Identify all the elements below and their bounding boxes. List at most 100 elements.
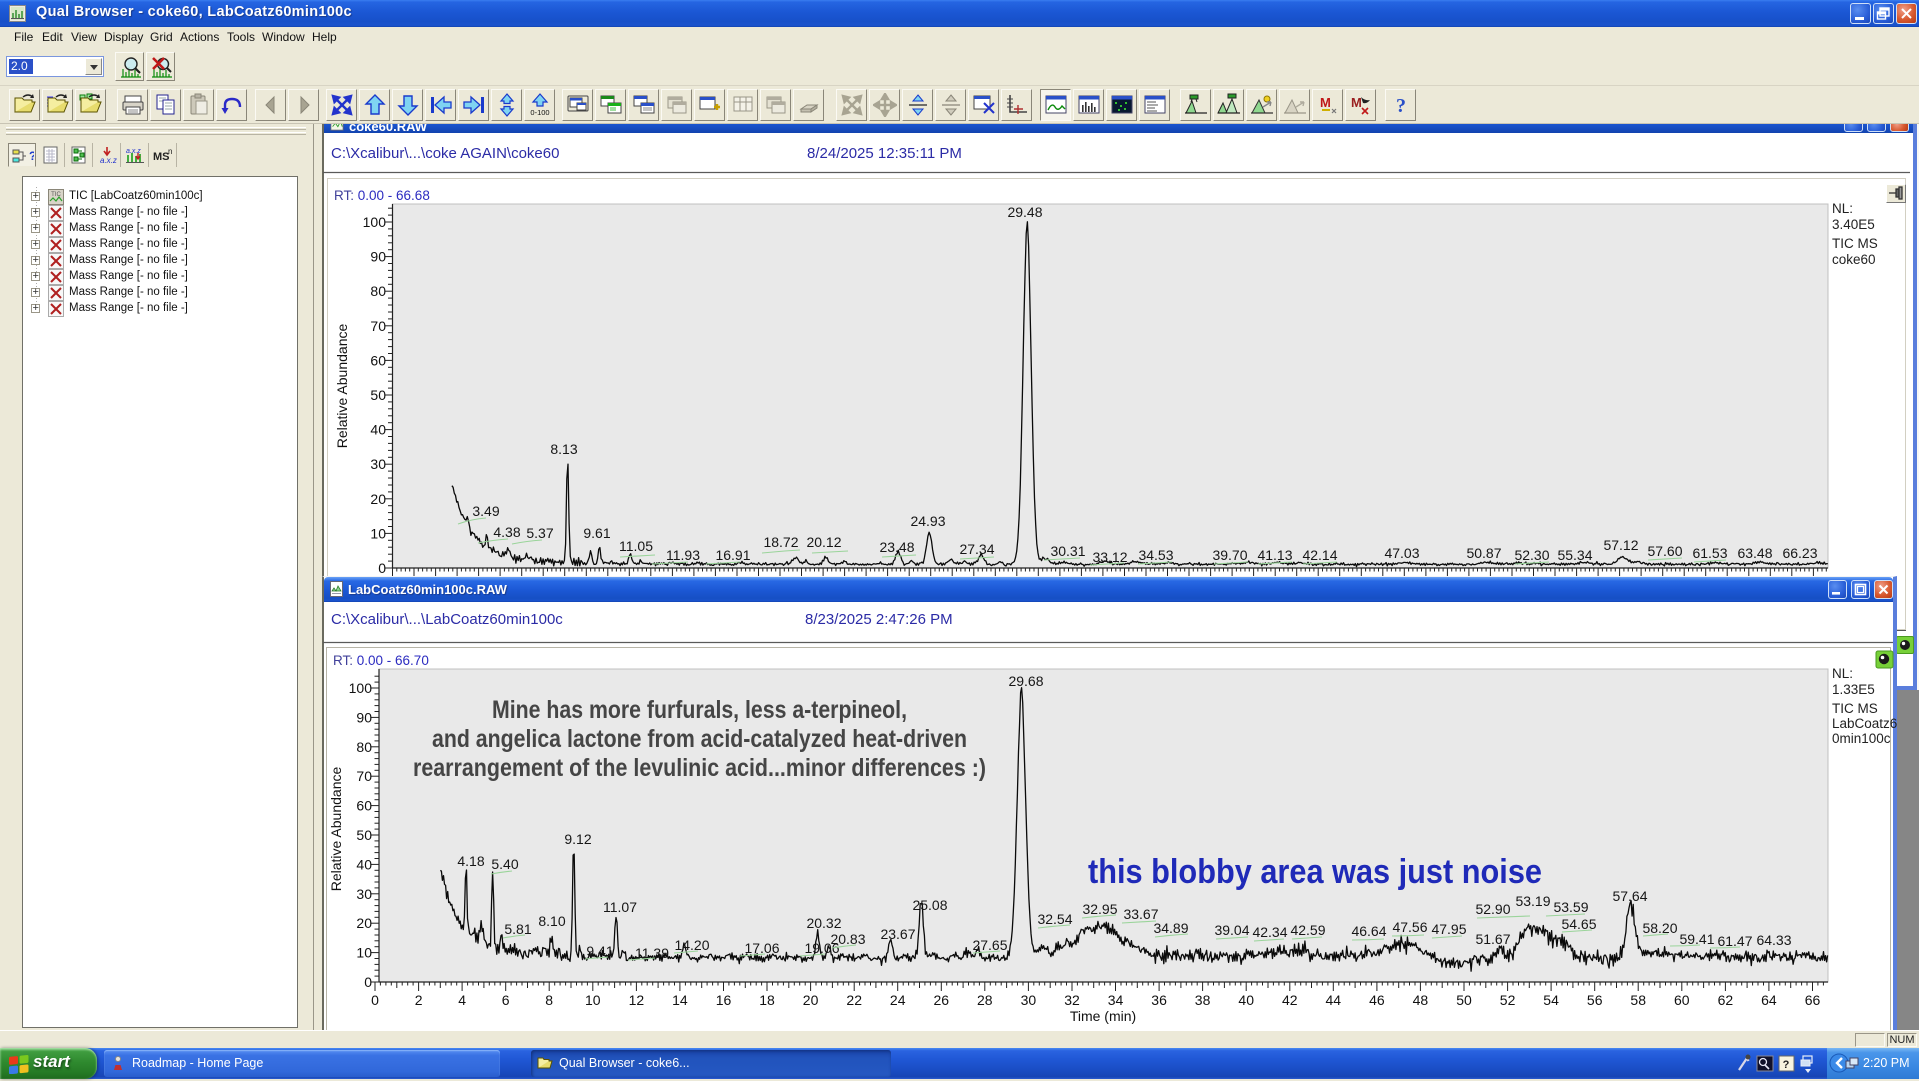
svg-text:60: 60 <box>1674 992 1690 1008</box>
svg-text:36: 36 <box>1151 992 1167 1008</box>
svg-text:C:\Xcalibur\...\coke AGAIN\cok: C:\Xcalibur\...\coke AGAIN\coke60 <box>331 145 559 162</box>
svg-text:64.33: 64.33 <box>1756 932 1791 948</box>
svg-text:40: 40 <box>370 422 386 438</box>
svg-text:32.95: 32.95 <box>1082 901 1117 917</box>
svg-text:44: 44 <box>1326 992 1342 1008</box>
svg-text:20.83: 20.83 <box>830 931 865 947</box>
svg-text:32: 32 <box>1064 992 1080 1008</box>
svg-text:47.03: 47.03 <box>1384 545 1419 561</box>
svg-text:48: 48 <box>1413 992 1429 1008</box>
svg-text:58: 58 <box>1630 992 1646 1008</box>
svg-text:51.67: 51.67 <box>1475 931 1510 947</box>
svg-text:n: n <box>168 147 172 156</box>
svg-text:11.05: 11.05 <box>619 538 653 554</box>
svg-text:0-100: 0-100 <box>530 108 549 117</box>
svg-text:32.54: 32.54 <box>1037 911 1072 927</box>
svg-text:61.53: 61.53 <box>1692 545 1727 561</box>
svg-text:42: 42 <box>1282 992 1298 1008</box>
svg-text:55.34: 55.34 <box>1557 547 1592 563</box>
svg-text:a.x.z: a.x.z <box>100 156 117 164</box>
svg-text:9.61: 9.61 <box>583 525 610 541</box>
svg-text:20: 20 <box>803 992 819 1008</box>
svg-text:8: 8 <box>545 992 553 1008</box>
svg-text:8.10: 8.10 <box>538 913 565 929</box>
svg-text:11.39: 11.39 <box>635 945 669 961</box>
svg-text:61.47: 61.47 <box>1717 933 1752 949</box>
svg-text:?: ? <box>1783 1059 1790 1071</box>
svg-text:24.93: 24.93 <box>910 513 945 529</box>
svg-text:59.41: 59.41 <box>1679 931 1714 947</box>
svg-text:90: 90 <box>370 249 386 265</box>
svg-text:0: 0 <box>371 992 379 1008</box>
svg-text:TIC MS: TIC MS <box>1832 701 1878 716</box>
svg-text:47.95: 47.95 <box>1431 921 1466 937</box>
svg-text:5.81: 5.81 <box>504 921 531 937</box>
svg-text:70: 70 <box>356 768 372 784</box>
svg-text:3.40E5: 3.40E5 <box>1832 217 1875 232</box>
svg-text:30: 30 <box>356 886 372 902</box>
svg-text:and angelica lactone from acid: and angelica lactone from acid-catalyzed… <box>432 725 967 753</box>
svg-text:M: M <box>1351 95 1362 110</box>
svg-text:9.12: 9.12 <box>564 831 591 847</box>
svg-text:60: 60 <box>356 798 372 814</box>
svg-text:?: ? <box>1396 95 1406 117</box>
svg-text:42.34: 42.34 <box>1252 924 1287 940</box>
svg-text:39.04: 39.04 <box>1214 922 1249 938</box>
svg-text:11.07: 11.07 <box>603 899 637 915</box>
svg-text:20: 20 <box>356 915 372 931</box>
svg-text:38: 38 <box>1195 992 1211 1008</box>
svg-text:RT: 0.00 - 66.68: RT: 0.00 - 66.68 <box>334 188 430 203</box>
svg-text:62: 62 <box>1718 992 1734 1008</box>
svg-text:4.18: 4.18 <box>457 853 484 869</box>
svg-text:52: 52 <box>1500 992 1516 1008</box>
svg-text:29.48: 29.48 <box>1007 204 1042 220</box>
svg-text:90: 90 <box>356 709 372 725</box>
svg-text:56: 56 <box>1587 992 1603 1008</box>
svg-text:0min100c: 0min100c <box>1832 731 1891 746</box>
svg-text:52.90: 52.90 <box>1475 901 1510 917</box>
svg-text:5.37: 5.37 <box>526 525 553 541</box>
svg-text:a.x.z: a.x.z <box>126 148 141 155</box>
svg-text:42.14: 42.14 <box>1302 547 1337 563</box>
svg-text:30: 30 <box>370 456 386 472</box>
svg-text:this blobby area was just nois: this blobby area was just noise <box>1088 853 1542 891</box>
svg-text:0: 0 <box>364 974 372 990</box>
svg-text:6: 6 <box>502 992 510 1008</box>
svg-text:34.89: 34.89 <box>1153 920 1188 936</box>
svg-text:30: 30 <box>1021 992 1037 1008</box>
svg-text:100: 100 <box>363 214 387 230</box>
svg-text:16: 16 <box>716 992 732 1008</box>
svg-text:NL:: NL: <box>1832 666 1853 681</box>
svg-text:50.87: 50.87 <box>1466 545 1501 561</box>
svg-text:80: 80 <box>356 739 372 755</box>
svg-text:18: 18 <box>759 992 775 1008</box>
svg-text:14: 14 <box>672 992 688 1008</box>
svg-text:20.32: 20.32 <box>806 915 841 931</box>
svg-text:57.60: 57.60 <box>1647 543 1682 559</box>
svg-text:Relative Abundance: Relative Abundance <box>334 324 350 449</box>
svg-text:46.64: 46.64 <box>1351 923 1386 939</box>
svg-text:10: 10 <box>370 525 386 541</box>
svg-text:Relative Abundance: Relative Abundance <box>328 767 344 892</box>
svg-text:52.30: 52.30 <box>1514 547 1549 563</box>
svg-text:14.20: 14.20 <box>674 937 709 953</box>
svg-text:54.65: 54.65 <box>1561 916 1596 932</box>
svg-text:Time (min): Time (min) <box>1070 1008 1136 1024</box>
svg-text:30.31: 30.31 <box>1050 543 1085 559</box>
svg-text:Mine has more furfurals, less: Mine has more furfurals, less a-terpineo… <box>492 696 907 724</box>
svg-text:rearrangement of the levulinic: rearrangement of the levulinic acid...mi… <box>413 754 986 782</box>
svg-text:28: 28 <box>977 992 993 1008</box>
svg-text:11.93: 11.93 <box>666 547 700 563</box>
svg-text:57.12: 57.12 <box>1603 537 1638 553</box>
svg-text:63.48: 63.48 <box>1737 545 1772 561</box>
svg-text:10: 10 <box>585 992 601 1008</box>
svg-text:0: 0 <box>378 560 386 576</box>
svg-text:18.72: 18.72 <box>763 534 798 550</box>
svg-text:1.33E5: 1.33E5 <box>1832 682 1875 697</box>
svg-text:8/24/2025 12:35:11 PM: 8/24/2025 12:35:11 PM <box>807 145 962 162</box>
svg-text:27.65: 27.65 <box>972 937 1007 953</box>
svg-text:2: 2 <box>415 992 423 1008</box>
svg-text:17.06: 17.06 <box>744 940 779 956</box>
svg-text:20: 20 <box>370 491 386 507</box>
svg-text:57.64: 57.64 <box>1612 888 1647 904</box>
